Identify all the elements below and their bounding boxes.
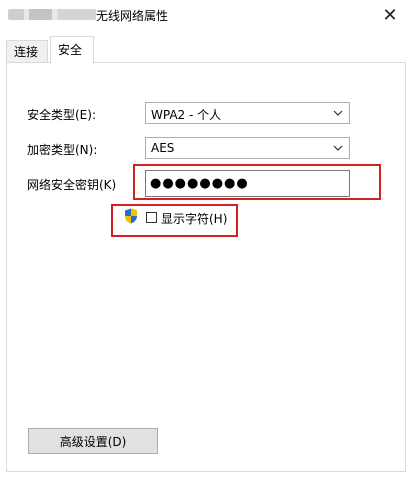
security-type-label: 安全类型(E):: [27, 108, 96, 122]
security-type-select[interactable]: WPA2 - 个人: [145, 102, 350, 124]
close-icon: ✕: [382, 4, 398, 26]
security-type-value: WPA2 - 个人: [151, 108, 222, 122]
network-key-label: 网络安全密钥(K): [27, 178, 117, 192]
highlight-box-show-chars: [111, 204, 238, 237]
chevron-down-icon: [333, 110, 343, 116]
window-title: 无线网络属性: [96, 9, 169, 23]
tab-security[interactable]: 安全: [50, 36, 94, 65]
advanced-settings-button[interactable]: 高级设置(D): [28, 428, 158, 454]
tab-connection-label: 连接: [14, 45, 39, 59]
tab-connection[interactable]: 连接: [6, 40, 48, 63]
close-button[interactable]: ✕: [367, 0, 413, 30]
title-bar: 无线网络属性 ✕: [0, 0, 413, 30]
tab-security-label: 安全: [58, 43, 83, 57]
highlight-box-key: [133, 164, 381, 200]
encryption-type-select[interactable]: AES: [145, 137, 350, 159]
encryption-type-label: 加密类型(N):: [27, 143, 98, 157]
blurred-network-name: [8, 9, 96, 20]
chevron-down-icon: [333, 145, 343, 151]
encryption-type-value: AES: [151, 141, 175, 155]
